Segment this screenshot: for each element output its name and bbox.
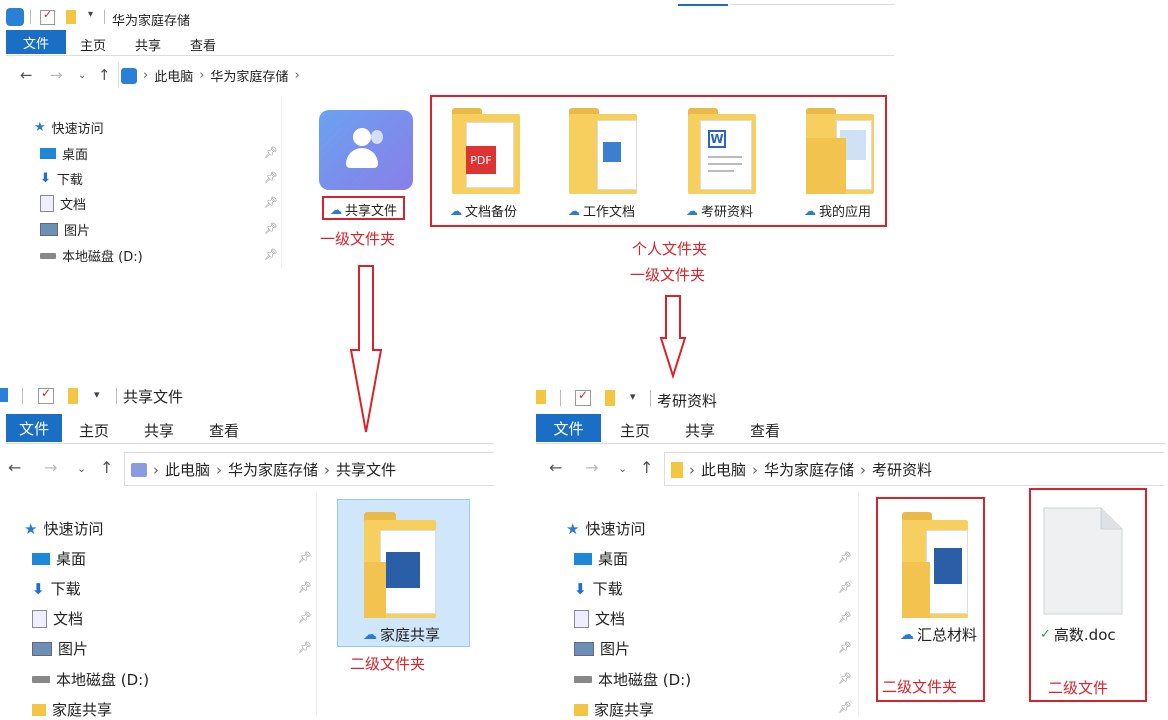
nav-item-documents[interactable]: 文档 xyxy=(574,608,625,629)
desktop-icon xyxy=(32,552,50,565)
tab-share[interactable]: 共享 xyxy=(144,420,174,441)
breadcrumb-item[interactable]: 此电脑 xyxy=(701,459,746,480)
nav-item-drive-d[interactable]: 本地磁盘 (D:) xyxy=(32,669,149,690)
drive-icon xyxy=(32,676,50,683)
pin-icon[interactable]: 📌︎ xyxy=(838,581,852,594)
picture-folder-icon[interactable] xyxy=(902,512,968,618)
document-icon xyxy=(574,609,589,628)
folder-icon xyxy=(32,703,46,716)
down-arrow-left xyxy=(349,265,383,433)
new-folder-icon[interactable] xyxy=(605,390,615,406)
forward-icon[interactable]: → xyxy=(585,458,598,477)
qat-dropdown-icon[interactable]: ▾ xyxy=(94,388,100,401)
download-icon: ⬇ xyxy=(32,579,45,598)
breadcrumb-item[interactable]: 此电脑 xyxy=(165,459,210,480)
pin-icon[interactable]: 📌︎ xyxy=(838,701,852,714)
shared-location-icon xyxy=(131,462,147,477)
star-icon: ★ xyxy=(24,519,38,538)
star-icon: ★ xyxy=(566,519,580,538)
nav-item-family-share[interactable]: 家庭共享 xyxy=(32,699,112,720)
nav-item-family-share[interactable]: 家庭共享 xyxy=(574,699,654,720)
pin-icon[interactable]: 📌︎ xyxy=(838,551,852,564)
desktop-icon xyxy=(574,552,592,565)
pin-icon[interactable]: 📌︎ xyxy=(838,641,852,654)
pin-icon[interactable]: 📌︎ xyxy=(298,611,312,624)
pin-icon[interactable]: 📌︎ xyxy=(298,641,312,654)
annotation-second-level-folder: 二级文件夹 xyxy=(350,655,426,673)
pin-icon[interactable]: 📌︎ xyxy=(298,551,312,564)
recent-dropdown-icon[interactable]: ⌄ xyxy=(618,462,627,475)
recent-dropdown-icon[interactable]: ⌄ xyxy=(77,462,86,475)
folder-label[interactable]: ☁ 汇总材料 xyxy=(900,624,977,645)
document-icon xyxy=(32,609,47,628)
nav-item-pictures[interactable]: 图片 xyxy=(32,638,88,659)
nav-item-downloads[interactable]: ⬇ 下载 xyxy=(32,578,81,599)
cloud-icon: ☁ xyxy=(363,626,377,643)
up-icon[interactable]: ↑ xyxy=(640,458,653,477)
nav-item-pictures[interactable]: 图片 xyxy=(574,638,630,659)
tab-home[interactable]: 主页 xyxy=(620,420,650,441)
nav-item-documents[interactable]: 文档 xyxy=(32,608,83,629)
nav-item-drive-d[interactable]: 本地磁盘 (D:) xyxy=(574,669,691,690)
tab-view[interactable]: 查看 xyxy=(750,420,780,441)
pin-icon[interactable]: 📌︎ xyxy=(838,611,852,624)
breadcrumb-item[interactable]: 共享文件 xyxy=(336,459,396,480)
synced-check-icon: ✓ xyxy=(1040,627,1051,642)
file-label[interactable]: ✓ 高数.doc xyxy=(1040,624,1116,645)
properties-icon[interactable]: ✓ xyxy=(575,388,591,406)
tab-share[interactable]: 共享 xyxy=(685,420,715,441)
folder-label[interactable]: ☁ 家庭共享 xyxy=(363,624,440,645)
tab-file[interactable]: 文件 xyxy=(536,414,601,442)
window-title: 考研资料 xyxy=(657,392,718,410)
picture-icon xyxy=(32,641,52,656)
new-folder-icon[interactable] xyxy=(68,388,78,404)
cloud-icon: ☁ xyxy=(900,626,914,643)
annotation-second-level-folder: 二级文件夹 xyxy=(882,678,958,696)
picture-folder-icon[interactable] xyxy=(364,512,436,618)
tab-file[interactable]: 文件 xyxy=(6,414,62,442)
qat-dropdown-icon[interactable]: ▾ xyxy=(630,390,636,403)
folder-icon xyxy=(574,703,588,716)
nav-item-desktop[interactable]: 桌面 xyxy=(574,548,628,569)
folder-icon xyxy=(671,461,683,478)
properties-icon[interactable]: ✓ xyxy=(38,386,54,404)
forward-icon[interactable]: → xyxy=(44,458,57,477)
address-bar[interactable]: › 此电脑 › 华为家庭存储 › 考研资料 xyxy=(664,452,1164,486)
drive-icon xyxy=(574,676,592,683)
back-icon[interactable]: ← xyxy=(8,458,21,477)
breadcrumb-item[interactable]: 考研资料 xyxy=(872,459,932,480)
pin-icon[interactable]: 📌︎ xyxy=(838,672,852,685)
down-arrow-right xyxy=(659,295,687,380)
nav-quick-access[interactable]: ★ 快速访问 xyxy=(566,518,645,539)
picture-icon xyxy=(574,641,594,656)
nav-item-downloads[interactable]: ⬇ 下载 xyxy=(574,578,623,599)
up-icon[interactable]: ↑ xyxy=(100,458,113,477)
back-icon[interactable]: ← xyxy=(549,458,562,477)
nav-quick-access[interactable]: ★ 快速访问 xyxy=(24,518,103,539)
tab-view[interactable]: 查看 xyxy=(209,420,239,441)
window-title: 共享文件 xyxy=(123,388,184,406)
tab-home[interactable]: 主页 xyxy=(79,420,109,441)
pin-icon[interactable]: 📌︎ xyxy=(298,581,312,594)
breadcrumb-item[interactable]: 华为家庭存储 xyxy=(228,459,318,480)
annotation-second-level-file: 二级文件 xyxy=(1048,679,1109,697)
download-icon: ⬇ xyxy=(574,579,587,598)
breadcrumb-item[interactable]: 华为家庭存储 xyxy=(764,459,854,480)
blank-file-icon[interactable] xyxy=(1043,507,1123,615)
address-bar[interactable]: › 此电脑 › 华为家庭存储 › 共享文件 xyxy=(124,452,494,486)
nav-item-desktop[interactable]: 桌面 xyxy=(32,548,86,569)
